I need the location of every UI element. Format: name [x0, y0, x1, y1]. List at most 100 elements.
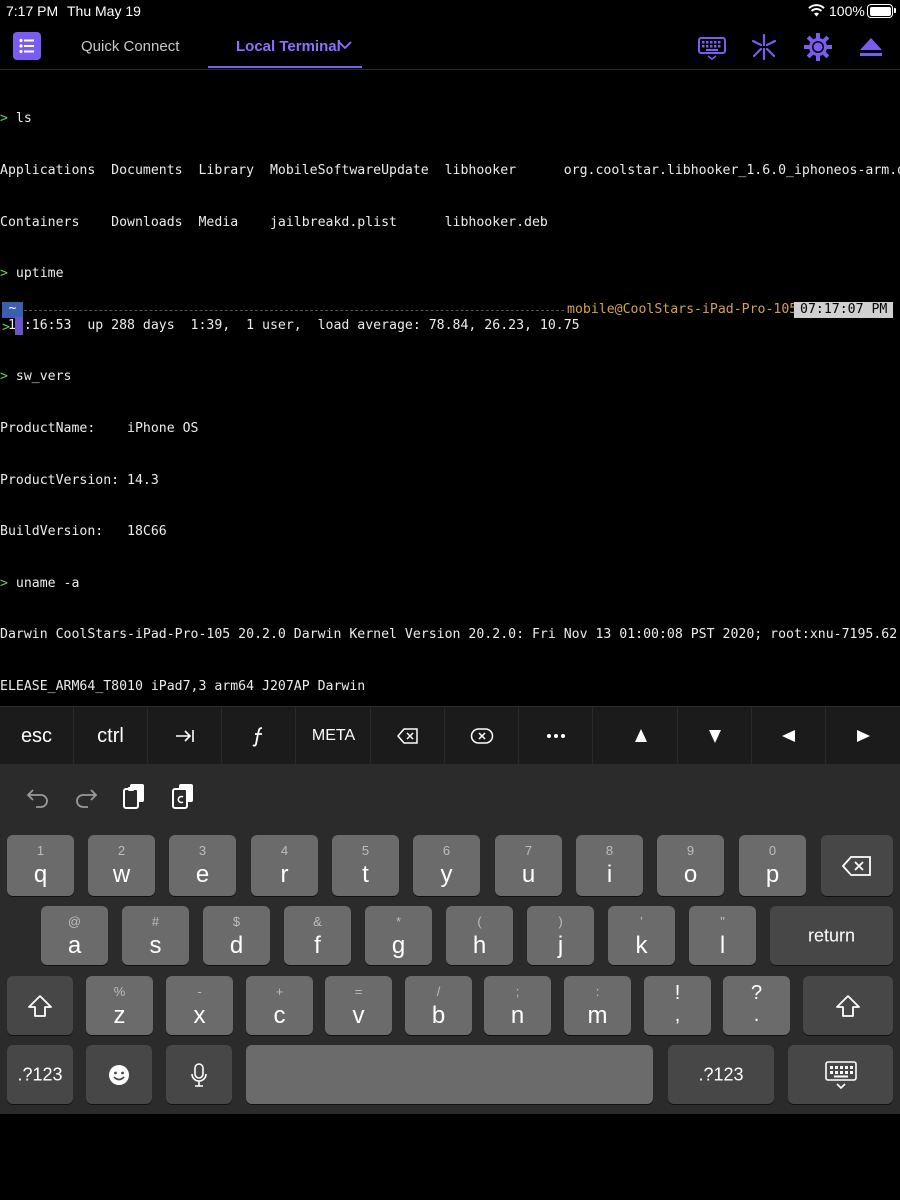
undo-button[interactable]: [24, 782, 52, 810]
ctrl-key[interactable]: ctrl: [74, 707, 148, 765]
user-host: mobile@CoolStars-iPad-Pro-105: [567, 302, 798, 317]
return-key[interactable]: return: [770, 906, 893, 965]
key-x[interactable]: -x: [166, 976, 233, 1035]
key-o[interactable]: 9o: [657, 835, 724, 896]
key-i[interactable]: 8i: [576, 835, 643, 896]
paste-icon: [123, 784, 144, 809]
more-key[interactable]: [519, 707, 593, 765]
snippets-button[interactable]: [749, 32, 779, 62]
arrow-up-icon: [634, 729, 647, 742]
settings-button[interactable]: [803, 32, 833, 62]
undo-icon: [26, 789, 48, 808]
emoji-icon: [109, 1064, 129, 1085]
arrow-up-key[interactable]: [604, 707, 678, 765]
arrow-left-icon: [781, 730, 795, 742]
tab-quick-connect[interactable]: Quick Connect: [81, 38, 179, 55]
terminal-line: > uptime: [0, 266, 64, 282]
key-t[interactable]: 5t: [332, 835, 399, 896]
paste-button[interactable]: [120, 782, 148, 810]
arrow-right-key[interactable]: [826, 707, 900, 765]
sidebar-toggle-button[interactable]: [13, 32, 41, 60]
tab-local-terminal[interactable]: Local Terminal: [236, 38, 341, 55]
redo-icon: [76, 789, 98, 808]
key-v[interactable]: = v: [325, 976, 392, 1035]
arrow-down-icon: [708, 730, 721, 743]
eject-button[interactable]: [856, 32, 886, 62]
key-r[interactable]: 4r: [251, 835, 318, 896]
key-n[interactable]: ; n: [484, 976, 551, 1035]
eject-icon: [860, 38, 882, 56]
terminal-line: Applications Documents Library MobileSof…: [0, 163, 900, 178]
gear-icon: [804, 33, 832, 61]
key-f[interactable]: & f: [284, 906, 351, 965]
key-period[interactable]: ?.: [723, 976, 790, 1035]
shift-icon: [28, 994, 52, 1017]
shift-key-right[interactable]: [803, 976, 893, 1035]
keyboard-hide-icon: [824, 1060, 857, 1089]
active-tab-indicator: [208, 66, 362, 68]
terminal-line: 19:16:53 up 288 days 1:39, 1 user, load …: [0, 317, 580, 333]
nav-bar: Quick Connect Local Terminal: [0, 24, 900, 70]
key-e[interactable]: 3e: [169, 835, 236, 896]
key-u[interactable]: 7u: [495, 835, 562, 896]
emoji-key[interactable]: [86, 1045, 152, 1104]
numbers-key-left[interactable]: .?123: [7, 1045, 73, 1104]
key-a[interactable]: @ a: [41, 906, 108, 965]
shift-icon: [836, 994, 860, 1017]
shell-prompt-bar: ~ mobile@CoolStars-iPad-Pro-105 07:17:07…: [0, 302, 900, 318]
backspace-icon: [842, 855, 871, 876]
keyboard-button[interactable]: [697, 32, 727, 62]
key-k[interactable]: ’ k: [608, 906, 675, 965]
key-h[interactable]: (h: [446, 906, 513, 965]
dismiss-keyboard-key[interactable]: [788, 1045, 893, 1104]
key-p[interactable]: 0p: [739, 835, 806, 896]
dictation-key[interactable]: [166, 1045, 232, 1104]
key-q[interactable]: 1q: [7, 835, 74, 896]
key-c[interactable]: + c: [246, 976, 313, 1035]
key-l[interactable]: " l: [689, 906, 756, 965]
key-m[interactable]: :m: [564, 976, 631, 1035]
tab-key[interactable]: [148, 707, 222, 765]
key-j[interactable]: ) j: [527, 906, 594, 965]
numbers-key-right[interactable]: .?123: [668, 1045, 774, 1104]
meta-key[interactable]: META: [297, 707, 371, 765]
arrow-down-key[interactable]: [678, 707, 752, 765]
key-z[interactable]: % z: [86, 976, 153, 1035]
status-date: Thu May 19: [67, 3, 141, 19]
battery-percentage: 100%: [829, 3, 865, 19]
list-icon: [19, 38, 34, 54]
chevron-down-icon[interactable]: [338, 40, 352, 50]
delete-key[interactable]: [445, 707, 519, 765]
terminal-line: ProductName: iPhone OS: [0, 420, 199, 436]
copy-icon: [172, 784, 193, 809]
prompt-divider: [24, 310, 564, 311]
more-icon: [546, 734, 565, 738]
key-d[interactable]: $ d: [203, 906, 270, 965]
function-key[interactable]: [222, 707, 296, 765]
keyboard-icon: [698, 37, 726, 60]
terminal-line: ELEASE_ARM64_T8010 iPad7,3 arm64 J207AP …: [0, 678, 366, 694]
shift-key-left[interactable]: [7, 976, 73, 1035]
delete-key[interactable]: [821, 835, 893, 896]
copy-button[interactable]: [169, 782, 197, 810]
key-w[interactable]: 2w: [88, 835, 155, 896]
key-g[interactable]: * g: [365, 906, 432, 965]
key-comma[interactable]: !,: [644, 976, 711, 1035]
arrow-left-key[interactable]: [752, 707, 826, 765]
terminal-cursor[interactable]: [15, 317, 23, 335]
function-icon: [251, 727, 262, 747]
software-keyboard: 1q 2w 3e 4r 5t 6y 7u 8i 9o 0p @ a # s $ d &…: [0, 824, 900, 1114]
accessory-key-bar: esc ctrl META: [0, 706, 900, 765]
key-y[interactable]: 6y: [413, 835, 480, 896]
backspace-key[interactable]: [371, 707, 445, 765]
space-bar[interactable]: [246, 1045, 653, 1104]
key-s[interactable]: # s: [122, 906, 189, 965]
snippets-icon: [751, 33, 777, 61]
terminal-line: > sw_vers: [0, 369, 72, 385]
redo-button[interactable]: [72, 782, 100, 810]
esc-key[interactable]: esc: [0, 707, 74, 765]
key-b[interactable]: / b: [405, 976, 472, 1035]
terminal-output[interactable]: > ls Applications Documents Library Mobi…: [0, 76, 900, 712]
terminal-line: > ls: [0, 111, 32, 127]
status-time: 7:17 PM: [6, 3, 59, 19]
